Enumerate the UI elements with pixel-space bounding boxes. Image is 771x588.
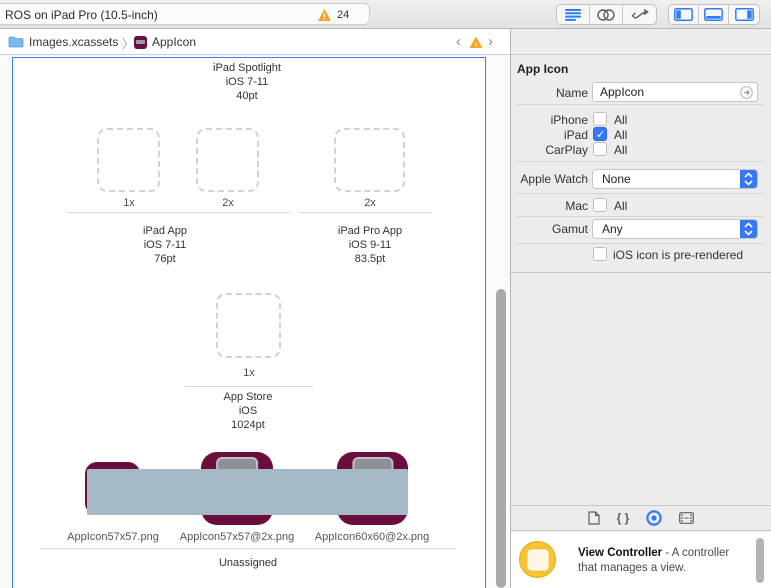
prerendered-label: iOS icon is pre-rendered xyxy=(613,248,744,262)
mac-label: Mac xyxy=(565,199,588,213)
group-divider xyxy=(300,212,432,213)
dropdown-stepper-icon xyxy=(740,170,757,188)
image-filename: AppIcon57x57@2x.png xyxy=(179,531,295,543)
image-filename: AppIcon57x57.png xyxy=(67,531,159,543)
navigator-panel-icon xyxy=(674,8,693,21)
image-filename: AppIcon60x60@2x.png xyxy=(314,531,430,543)
inspector-divider xyxy=(516,216,764,217)
folder-icon xyxy=(8,36,24,48)
iphone-label: iPhone xyxy=(550,113,588,127)
inspector-divider xyxy=(516,104,764,105)
svg-text:!: ! xyxy=(475,40,478,49)
mac-all-label: All xyxy=(614,199,628,213)
file-template-library-icon[interactable] xyxy=(588,511,600,525)
carplay-label: CarPlay xyxy=(545,143,588,157)
library-scrollbar[interactable] xyxy=(756,538,764,583)
run-destination-text: ROS on iPad Pro (10.5-inch) xyxy=(5,8,158,22)
carplay-checkbox[interactable] xyxy=(593,142,607,156)
gamut-dropdown[interactable]: Any xyxy=(592,219,758,239)
warning-count[interactable]: 24 xyxy=(337,9,349,21)
ipad-label: iPad xyxy=(563,128,588,142)
library-item-desc: - A controller xyxy=(662,547,730,559)
svg-text:!: ! xyxy=(323,13,326,22)
previous-issue-button[interactable]: ‹ xyxy=(456,33,461,50)
group-divider xyxy=(185,386,313,387)
navigate-arrow-icon[interactable] xyxy=(740,86,753,99)
icon-slot-ipad-app-1x[interactable] xyxy=(216,293,281,358)
inspector-title: App Icon xyxy=(517,62,569,76)
name-field[interactable]: AppIcon xyxy=(592,82,758,102)
assistant-editor-button[interactable] xyxy=(590,5,623,24)
ipad-all-label: All xyxy=(614,128,628,142)
version-editor-button[interactable] xyxy=(623,5,656,24)
mac-checkbox[interactable] xyxy=(593,198,607,212)
toggle-navigator-button[interactable] xyxy=(669,5,699,24)
media-library-icon[interactable] xyxy=(679,512,695,524)
name-label: Name xyxy=(555,86,588,100)
code-snippet-library-icon[interactable]: { } xyxy=(617,511,630,525)
inspector-divider xyxy=(516,161,764,162)
standard-editor-button[interactable] xyxy=(557,5,590,24)
inspector-section-divider xyxy=(511,272,771,273)
warning-icon[interactable]: ! xyxy=(317,8,332,22)
toolbar: ROS on iPad Pro (10.5-inch) ! 24 xyxy=(0,0,771,29)
section-title-app-store: App Store iOS 1024pt xyxy=(223,391,273,431)
object-library-icon[interactable] xyxy=(646,510,663,526)
inspector-divider xyxy=(516,243,764,244)
icon-slot-spotlight-2x[interactable] xyxy=(196,128,259,192)
drag-selection-overlay[interactable] xyxy=(87,469,408,515)
apple-watch-dropdown[interactable]: None xyxy=(592,169,758,189)
apple-watch-label: Apple Watch xyxy=(520,172,588,186)
version-editor-icon xyxy=(630,8,649,19)
scale-label: 2x xyxy=(364,197,376,209)
toggle-debug-area-button[interactable] xyxy=(699,5,729,24)
section-title-ipad-spotlight: iPad Spotlight iOS 7-11 40pt xyxy=(213,62,281,102)
toggle-inspector-button[interactable] xyxy=(729,5,759,24)
editor-mode-group xyxy=(556,4,657,25)
jump-bar: Images.xcassets 〉 AppIcon ‹ ! › xyxy=(0,29,510,55)
library-item-desc-line2: that manages a view. xyxy=(578,562,687,574)
icon-slot-ipadpro-2x[interactable] xyxy=(334,128,405,192)
scale-label: 1x xyxy=(123,197,135,209)
breadcrumb-item[interactable]: AppIcon xyxy=(152,35,196,49)
breadcrumb-separator: 〉 xyxy=(122,37,135,51)
inspector-selector-bar: ? xyxy=(510,29,771,55)
carplay-all-label: All xyxy=(614,143,628,157)
ipad-checkbox[interactable] xyxy=(593,127,607,141)
standard-editor-icon xyxy=(565,8,581,21)
library-item-title: View Controller xyxy=(578,547,663,559)
scale-label: 2x xyxy=(222,197,234,209)
inspector-divider xyxy=(516,193,764,194)
debug-panel-icon xyxy=(704,8,723,21)
view-controller-icon[interactable] xyxy=(519,541,556,578)
gamut-label: Gamut xyxy=(551,222,588,236)
library-selector-bar: { } xyxy=(511,505,771,531)
unassigned-label: Unassigned xyxy=(218,557,278,569)
assistant-editor-icon xyxy=(597,8,615,21)
activity-status-pill: ROS on iPad Pro (10.5-inch) ! 24 xyxy=(0,3,370,25)
inspector-panel-icon xyxy=(734,8,754,21)
dropdown-stepper-icon xyxy=(740,220,757,238)
icon-slot-spotlight-1x[interactable] xyxy=(97,128,160,192)
prerendered-checkbox[interactable] xyxy=(593,247,607,261)
iphone-all-label: All xyxy=(614,113,628,127)
group-divider xyxy=(68,212,290,213)
iphone-checkbox[interactable] xyxy=(593,112,607,126)
next-issue-button[interactable]: › xyxy=(488,33,493,50)
panel-toggle-group xyxy=(668,4,760,25)
library-item-text[interactable]: View Controller - A controller that mana… xyxy=(578,544,748,576)
section-title-ipad-app: iPad App iOS 7-11 76pt xyxy=(142,225,188,265)
appicon-thumbnail-icon xyxy=(134,36,147,49)
group-divider xyxy=(40,548,456,549)
section-title-ipad-pro-app: iPad Pro App iOS 9-11 83.5pt xyxy=(337,225,403,265)
scale-label: 1x xyxy=(243,367,255,379)
editor-scrollbar[interactable] xyxy=(496,289,506,588)
issue-warning-icon[interactable]: ! xyxy=(469,36,483,49)
breadcrumb-group[interactable]: Images.xcassets xyxy=(29,35,118,49)
